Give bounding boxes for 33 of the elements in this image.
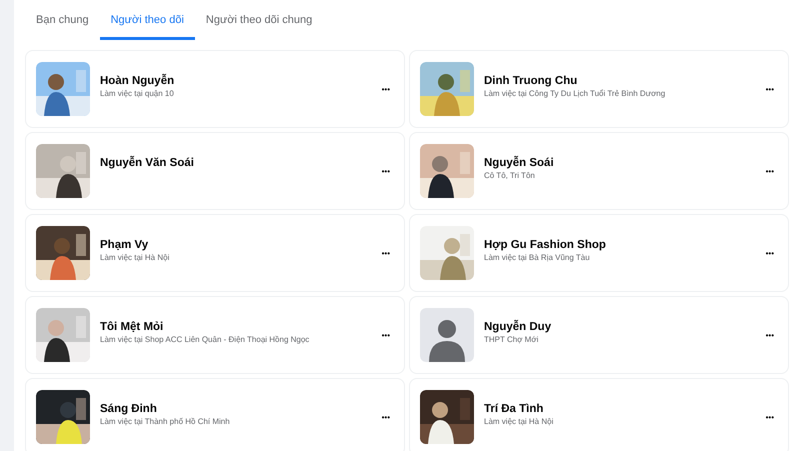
more-button[interactable]: ••• bbox=[378, 326, 394, 344]
follower-name[interactable]: Hợp Gu Fashion Shop bbox=[484, 239, 606, 251]
follower-detail: Làm việc tại Shop ACC Liên Quân - Điện Thoại Hồng Ngọc bbox=[100, 335, 310, 344]
follower-name[interactable]: Tôi Mệt Mỏi bbox=[100, 321, 164, 333]
follower-name[interactable]: Nguyễn Văn Soái bbox=[100, 157, 194, 169]
more-button[interactable]: ••• bbox=[378, 162, 394, 180]
follower-name[interactable]: Trí Đa Tình bbox=[484, 403, 544, 415]
default-avatar-icon bbox=[420, 308, 474, 362]
follower-detail: Làm việc tại Hà Nội bbox=[100, 253, 170, 262]
follower-name[interactable]: Phạm Vy bbox=[100, 239, 148, 251]
follower-detail: Làm việc tại Bà Rịa Vũng Tàu bbox=[484, 253, 590, 262]
follower-name[interactable]: Sáng Đinh bbox=[100, 403, 157, 415]
more-button[interactable]: ••• bbox=[762, 408, 778, 426]
follower-detail: Làm việc tại quận 10 bbox=[100, 89, 174, 98]
follower-name[interactable]: Nguyễn Duy bbox=[484, 321, 552, 333]
tab[interactable]: Bạn chung bbox=[25, 0, 100, 40]
tab[interactable]: Người theo dõi bbox=[100, 0, 195, 40]
more-button[interactable]: ••• bbox=[762, 162, 778, 180]
follower-detail: Cô Tô, Tri Tôn bbox=[484, 171, 535, 180]
more-button[interactable]: ••• bbox=[378, 408, 394, 426]
more-button[interactable]: ••• bbox=[378, 244, 394, 262]
follower-detail: Làm việc tại Hà Nội bbox=[484, 417, 554, 426]
more-button[interactable]: ••• bbox=[762, 244, 778, 262]
follower-detail: THPT Chợ Mới bbox=[484, 335, 538, 344]
follower-name[interactable]: Dinh Truong Chu bbox=[484, 75, 578, 87]
follower-name[interactable]: Hoàn Nguyễn bbox=[100, 75, 174, 87]
follower-detail: Làm việc tại Công Ty Du Lịch Tuổi Trẻ Bình Dương bbox=[484, 89, 666, 98]
follower-name[interactable]: Nguyễn Soái bbox=[484, 157, 554, 169]
more-button[interactable]: ••• bbox=[762, 326, 778, 344]
follower-detail: Làm việc tại Thành phố Hồ Chí Minh bbox=[100, 417, 230, 426]
more-button[interactable]: ••• bbox=[762, 80, 778, 98]
tab[interactable]: Người theo dõi chung bbox=[194, 0, 324, 40]
more-button[interactable]: ••• bbox=[378, 80, 394, 98]
